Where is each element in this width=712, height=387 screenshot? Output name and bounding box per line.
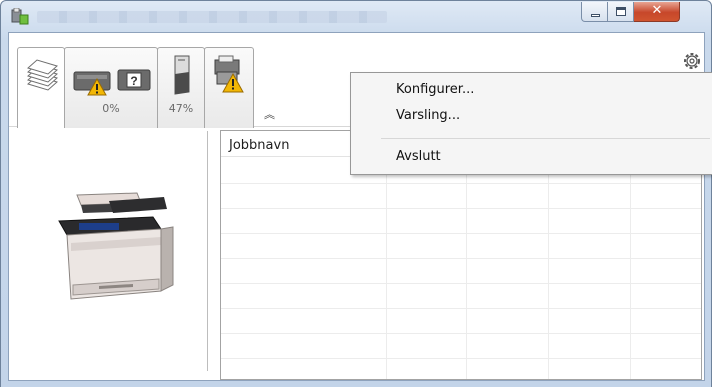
tab-toner[interactable]: ? 0% [64,47,158,128]
toner-status-icon: ? [73,69,151,91]
window-title [37,11,387,23]
menu-separator [381,138,710,139]
job-stack-icon [26,59,59,91]
paper-percent: 47% [168,102,194,115]
tab-jobs[interactable] [17,47,65,129]
menu-item-notification[interactable]: Varsling... [351,104,712,128]
close-button[interactable]: ✕ [634,2,680,22]
paper-level-icon [174,55,190,95]
menu-item-configure[interactable]: Konfigurer... [351,78,712,102]
grid-line [221,233,701,234]
grid-line [466,157,467,379]
chevron-up-icon[interactable]: ︽ [264,106,275,122]
grid-line [221,358,701,359]
menu-item-exit[interactable]: Avslutt [351,145,712,169]
device-warning-icon [214,55,244,93]
warning-icon [87,78,107,96]
window-bottom-border [1,381,711,387]
grid-line [386,157,387,379]
maximize-icon [616,7,626,16]
grid-line [221,308,701,309]
printer-image [58,192,174,300]
grid-line [221,208,701,209]
grid-line [221,258,701,259]
minimize-button[interactable] [581,2,608,22]
printer-app-icon [11,8,29,25]
minimize-icon [591,14,600,17]
toner-percent: 0% [102,102,120,115]
tab-device[interactable] [204,47,254,128]
grid-line [630,157,631,379]
grid-line [548,157,549,379]
panel-divider [207,131,208,371]
grid-line [221,333,701,334]
application-window: ✕ ? 0% 47% ︽ Jobbnavn Konfigurer... Vars… [0,0,712,387]
svg-text:?: ? [130,74,137,88]
maximize-button[interactable] [608,2,634,22]
tab-paper[interactable]: 47% [157,47,205,128]
grid-line [221,283,701,284]
close-icon: ✕ [651,3,663,18]
gear-icon[interactable] [681,50,703,72]
grid-line [221,183,701,184]
title-bar[interactable]: ✕ [1,1,711,31]
context-menu: Konfigurer... Varsling... Avslutt [350,72,712,175]
